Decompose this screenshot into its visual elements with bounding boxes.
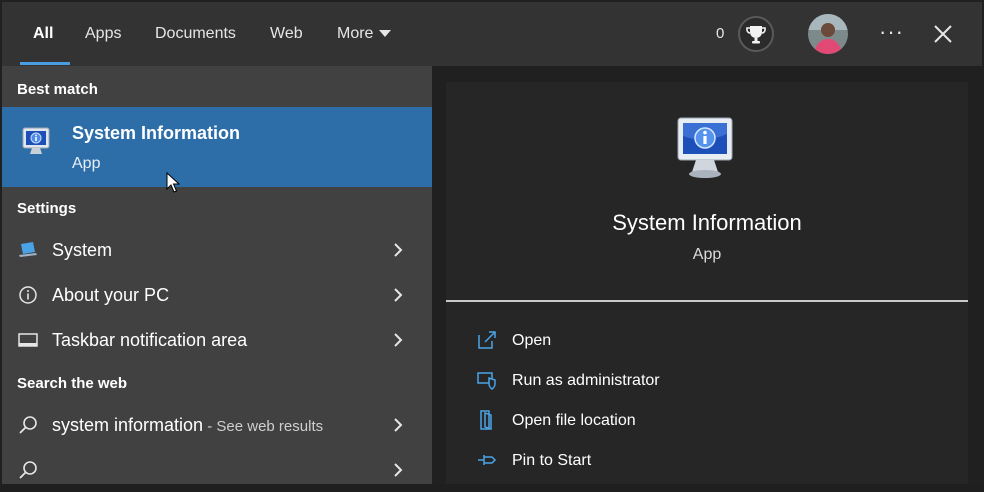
settings-item-taskbar[interactable]: Taskbar notification area — [2, 318, 432, 362]
mouse-cursor-icon — [166, 172, 180, 193]
section-search-web: Search the web — [17, 375, 128, 392]
tab-web[interactable]: Web — [270, 2, 303, 66]
close-icon[interactable] — [933, 24, 953, 44]
trophy-icon[interactable] — [738, 16, 774, 52]
chevron-right-icon — [394, 333, 403, 347]
action-open[interactable]: Open — [476, 321, 956, 361]
tab-documents[interactable]: Documents — [155, 2, 236, 66]
action-open-file-location[interactable]: Open file location — [476, 401, 956, 441]
section-best-match: Best match — [17, 81, 98, 98]
settings-item-system-label: System — [52, 240, 113, 260]
search-icon — [19, 416, 37, 434]
preview-title: System Information — [612, 210, 802, 235]
settings-item-about-pc-label: About your PC — [52, 285, 170, 305]
open-icon — [478, 331, 496, 349]
search-icon — [19, 461, 37, 479]
avatar-image — [808, 14, 848, 54]
chevron-right-icon — [394, 243, 403, 257]
chevron-down-icon — [379, 30, 392, 38]
laptop-icon — [19, 242, 37, 257]
web-result-query: system information — [52, 415, 204, 435]
web-result-item[interactable]: system information - See web results — [2, 403, 432, 447]
action-run-as-admin[interactable]: Run as administrator — [476, 361, 956, 401]
preview-divider — [446, 300, 968, 302]
ellipsis-icon[interactable]: ··· — [879, 2, 904, 62]
chevron-right-icon — [394, 418, 403, 432]
best-match-result[interactable]: System Information App — [2, 107, 432, 187]
action-open-label: Open — [512, 332, 552, 349]
action-run-as-admin-label: Run as administrator — [512, 372, 660, 389]
taskbar-icon — [18, 333, 38, 347]
section-settings: Settings — [17, 200, 77, 217]
action-pin-to-start[interactable]: Pin to Start — [476, 441, 956, 481]
reward-points: 0 — [716, 25, 725, 42]
shield-icon — [477, 372, 496, 390]
system-information-icon — [677, 117, 733, 178]
preview-subtitle: App — [692, 246, 722, 263]
tab-all-label: All — [33, 25, 54, 42]
user-avatar[interactable] — [808, 14, 848, 54]
web-result-label: system information - See web results — [52, 403, 323, 449]
search-window: All Apps Documents Web More 0 ··· Best m… — [0, 0, 984, 484]
info-circle-icon — [19, 286, 37, 304]
settings-item-about-pc[interactable]: About your PC — [2, 273, 432, 317]
results-pane: Best match System Information App Settin… — [2, 66, 432, 484]
action-pin-to-start-label: Pin to Start — [512, 452, 592, 469]
tab-apps-label: Apps — [85, 25, 122, 42]
web-result-hint: - See web results — [203, 418, 324, 435]
trophy-glyph — [746, 26, 766, 44]
tab-documents-label: Documents — [155, 25, 236, 42]
best-match-title: System Information — [72, 123, 241, 143]
settings-item-system[interactable]: System — [2, 228, 432, 272]
tab-more[interactable]: More — [337, 2, 392, 66]
system-information-icon — [22, 127, 50, 154]
preview-pane: System Information App Open Run as admin… — [446, 82, 968, 484]
action-open-file-location-label: Open file location — [512, 412, 636, 429]
search-tab-bar: All Apps Documents Web More 0 ··· — [2, 2, 982, 66]
chevron-right-icon — [394, 463, 403, 477]
active-tab-indicator — [20, 62, 70, 65]
settings-item-taskbar-label: Taskbar notification area — [52, 330, 248, 350]
tab-all[interactable]: All — [33, 2, 53, 66]
pin-icon — [478, 455, 497, 465]
best-match-subtitle: App — [72, 155, 101, 172]
folder-icon — [480, 410, 492, 431]
tab-more-label: More — [337, 25, 374, 42]
tab-web-label: Web — [270, 25, 303, 42]
tab-apps[interactable]: Apps — [85, 2, 121, 66]
chevron-right-icon — [394, 288, 403, 302]
web-result-item[interactable] — [2, 448, 432, 492]
